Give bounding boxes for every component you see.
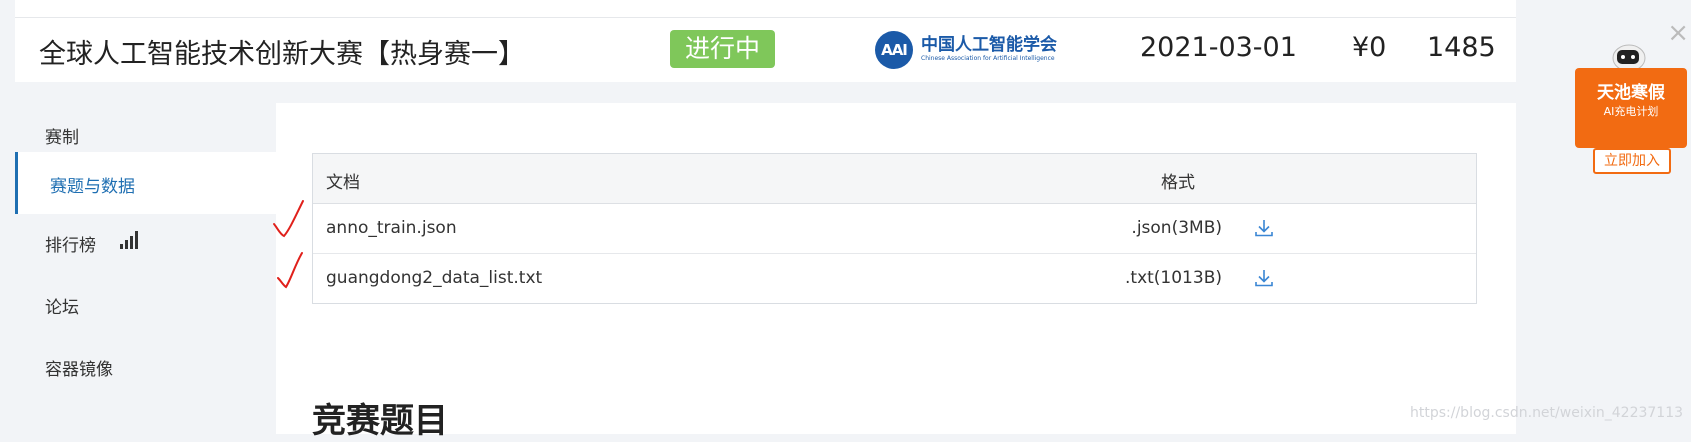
organizer-name-en: Chinese Association for Artificial Intel… xyxy=(921,55,1055,62)
sidebar-item-label: 容器镜像 xyxy=(45,360,113,380)
file-name: guangdong2_data_list.txt xyxy=(326,268,543,288)
top-strip xyxy=(15,0,1516,18)
checkmark-annotations xyxy=(273,200,304,289)
table-row: guangdong2_data_list.txt .txt(1013B) xyxy=(313,254,1476,303)
sidebar-item-label: 论坛 xyxy=(45,298,79,318)
sidebar-item-forum[interactable]: 论坛 xyxy=(15,273,276,335)
sidebar-item-label: 赛题与数据 xyxy=(50,177,135,197)
promo-title: 天池寒假 xyxy=(1597,83,1665,103)
sidebar-item-container-image[interactable]: 容器镜像 xyxy=(15,335,276,397)
file-format: .txt(1013B) xyxy=(1125,268,1222,288)
data-files-table: 文档 格式 anno_train.json .json(3MB) guangdo… xyxy=(312,153,1477,304)
checkmark-icon xyxy=(277,252,303,289)
competition-date: 2021-03-01 xyxy=(1140,32,1297,63)
checkmark-icon xyxy=(273,200,304,238)
watermark: https://blog.csdn.net/weixin_42237113 xyxy=(1410,405,1684,421)
status-badge: 进行中 xyxy=(670,30,775,68)
column-header-format: 格式 xyxy=(1161,173,1195,193)
caai-logo-icon: AAI xyxy=(875,31,913,69)
sidebar: 赛制 赛题与数据 排行榜 论坛 容器镜像 xyxy=(15,103,276,434)
prize-amount: ¥0 xyxy=(1352,32,1387,63)
organizer-logo: AAI 中国人工智能学会 Chinese Association for Art… xyxy=(875,28,1065,72)
main-content: 文档 格式 anno_train.json .json(3MB) guangdo… xyxy=(276,103,1516,441)
column-header-doc: 文档 xyxy=(326,173,360,193)
table-row: anno_train.json .json(3MB) xyxy=(313,204,1476,254)
participant-count: 1485 xyxy=(1427,32,1496,63)
bar-chart-icon xyxy=(120,231,138,249)
sidebar-item-problem-data[interactable]: 赛题与数据 xyxy=(15,152,276,214)
sidebar-item-label: 排行榜 xyxy=(45,236,96,256)
organizer-name: 中国人工智能学会 xyxy=(921,35,1057,55)
table-header: 文档 格式 xyxy=(313,154,1476,204)
download-icon[interactable] xyxy=(1253,217,1275,239)
sidebar-item-leaderboard[interactable]: 排行榜 xyxy=(15,211,276,273)
section-title: 竞赛题目 xyxy=(312,401,448,441)
sidebar-item-label: 赛制 xyxy=(45,128,79,148)
close-icon[interactable]: × xyxy=(1667,18,1689,48)
join-now-button[interactable]: 立即加入 xyxy=(1593,148,1671,174)
file-name: anno_train.json xyxy=(326,218,457,238)
promo-widget[interactable]: × 天池寒假 AI充电计划 立即加入 xyxy=(1565,18,1691,183)
competition-header: 全球人工智能技术创新大赛【热身赛一】 进行中 AAI 中国人工智能学会 Chin… xyxy=(15,18,1516,82)
promo-banner: 天池寒假 AI充电计划 xyxy=(1575,68,1687,148)
promo-subtitle: AI充电计划 xyxy=(1603,105,1659,118)
file-format: .json(3MB) xyxy=(1131,218,1222,238)
competition-title[interactable]: 全球人工智能技术创新大赛【热身赛一】 xyxy=(39,32,525,71)
download-icon[interactable] xyxy=(1253,267,1275,289)
